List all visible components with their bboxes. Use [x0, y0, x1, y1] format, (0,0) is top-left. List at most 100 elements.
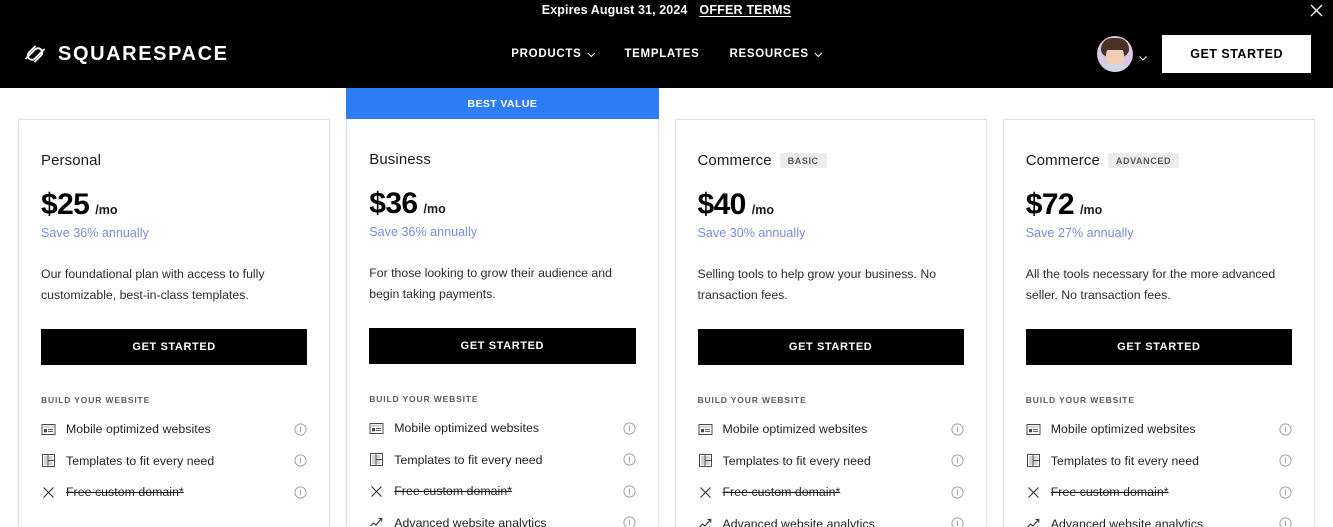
- info-icon[interactable]: [1279, 485, 1292, 499]
- annual-savings-text: Save 36% annually: [41, 226, 149, 240]
- plan-card: Business $36/mo Save 36% annually For those…: [346, 119, 659, 527]
- feature-label: Mobile optimized websites: [394, 421, 540, 436]
- close-x-icon: [1026, 485, 1041, 500]
- price-amount: $72: [1025, 188, 1075, 221]
- plan-get-started-button[interactable]: GET STARTED: [369, 328, 636, 365]
- pricing-cards: Personal $25/mo Save 36% annually Our found…: [0, 88, 1333, 527]
- annual-savings-text: Save 36% annually: [369, 225, 478, 239]
- info-icon[interactable]: [622, 453, 636, 466]
- browser-window-icon: [698, 422, 713, 437]
- plan-get-started-button[interactable]: GET STARTED: [41, 329, 308, 366]
- layout-grid-icon: [1026, 453, 1041, 468]
- annual-savings-text: Save 30% annually: [697, 226, 806, 240]
- brand-name: SQUARESPACE: [58, 42, 229, 65]
- plan-card: Commerce ADVANCED $72/mo Save 27% annually A…: [1002, 119, 1315, 527]
- feature-label: Free custom domain*: [66, 485, 184, 500]
- info-icon[interactable]: [294, 422, 307, 436]
- info-icon[interactable]: [294, 485, 307, 499]
- plan-description: Selling tools to help grow your business…: [697, 267, 937, 303]
- feature-row: Mobile optimized websites: [369, 412, 636, 444]
- browser-window-icon: [41, 422, 56, 437]
- squarespace-logo-icon: [22, 41, 48, 67]
- price-row: $40/mo: [698, 188, 964, 222]
- feature-label: Templates to fit every need: [1050, 453, 1200, 468]
- info-icon[interactable]: [951, 422, 964, 436]
- info-icon[interactable]: [622, 421, 636, 435]
- best-value-badge: BEST VALUE: [346, 88, 659, 119]
- info-icon[interactable]: [951, 485, 964, 499]
- account-menu[interactable]: [1097, 36, 1148, 72]
- info-icon[interactable]: [622, 484, 636, 498]
- close-icon[interactable]: [1307, 1, 1325, 19]
- price-row: $36/mo: [369, 187, 635, 221]
- browser-window-icon: [1026, 422, 1041, 437]
- feature-row: Free custom domain*: [698, 476, 964, 508]
- info-icon[interactable]: [622, 516, 636, 527]
- info-icon[interactable]: [951, 517, 964, 527]
- feature-row: Templates to fit every need: [1026, 445, 1292, 477]
- feature-row: Free custom domain*: [1026, 476, 1292, 508]
- offer-terms-link[interactable]: OFFER TERMS: [699, 3, 791, 17]
- feature-list: Mobile optimized websites Templates to fi…: [1026, 413, 1292, 527]
- plan-name: Commerce: [1025, 152, 1100, 169]
- feature-label: Free custom domain*: [394, 484, 513, 499]
- promo-banner: Expires August 31, 2024 OFFER TERMS: [0, 0, 1333, 20]
- price-amount: $25: [41, 188, 90, 221]
- feature-label: Templates to fit every need: [66, 453, 215, 468]
- feature-row: Templates to fit every need: [698, 445, 964, 477]
- info-icon[interactable]: [1279, 422, 1292, 436]
- pricing-card-3: Commerce ADVANCED $72/mo Save 27% annually A…: [1002, 88, 1315, 527]
- feature-row: Mobile optimized websites: [41, 413, 307, 445]
- main-nav: PRODUCTS TEMPLATES RESOURCES: [511, 48, 823, 60]
- feature-group-title: BUILD YOUR WEBSITE: [1025, 395, 1135, 406]
- plan-header: Personal: [41, 152, 307, 169]
- plan-tier-badge: BASIC: [779, 153, 827, 168]
- price-period: /mo: [423, 202, 446, 216]
- feature-list: Mobile optimized websites Templates to fi…: [369, 412, 636, 527]
- layout-grid-icon: [369, 452, 384, 467]
- nav-item-products[interactable]: PRODUCTS: [511, 48, 595, 60]
- header-right: GET STARTED: [1097, 35, 1311, 73]
- nav-item-resources[interactable]: RESOURCES: [730, 48, 823, 60]
- info-icon[interactable]: [951, 454, 964, 467]
- feature-list: Mobile optimized websites Templates to fi…: [698, 413, 964, 527]
- plan-description: Our foundational plan with access to ful…: [41, 267, 265, 303]
- info-icon[interactable]: [1279, 454, 1292, 467]
- get-started-button[interactable]: GET STARTED: [1162, 35, 1311, 73]
- plan-header: Business: [369, 151, 635, 168]
- feature-label: Mobile optimized websites: [722, 422, 868, 437]
- plan-card: Commerce BASIC $40/mo Save 30% annually Sell…: [674, 119, 987, 527]
- brand-logo[interactable]: SQUARESPACE: [22, 41, 229, 67]
- layout-grid-icon: [41, 453, 56, 468]
- feature-label: Templates to fit every need: [722, 453, 871, 468]
- annual-savings-text: Save 27% annually: [1025, 226, 1134, 240]
- plan-card: Personal $25/mo Save 36% annually Our found…: [18, 119, 331, 527]
- plan-get-started-button[interactable]: GET STARTED: [697, 329, 964, 366]
- pricing-card-1: BEST VALUE Business $36/mo Save 36% annuall…: [346, 88, 659, 527]
- plan-description: For those looking to grow their audience…: [369, 266, 612, 302]
- feature-row: Free custom domain*: [369, 475, 636, 507]
- info-icon[interactable]: [294, 454, 307, 467]
- feature-label: Free custom domain*: [722, 485, 841, 500]
- feature-group-title: BUILD YOUR WEBSITE: [369, 394, 479, 405]
- plan-header: Commerce BASIC: [698, 152, 964, 169]
- feature-label: Advanced website analytics: [1050, 516, 1204, 527]
- plan-name: Business: [369, 151, 431, 168]
- info-icon[interactable]: [1279, 517, 1292, 527]
- feature-row: Templates to fit every need: [369, 444, 636, 476]
- plan-get-started-button[interactable]: GET STARTED: [1025, 329, 1292, 366]
- feature-row: Advanced website analytics: [698, 508, 964, 527]
- trending-up-icon: [369, 515, 384, 527]
- plan-tier-badge: ADVANCED: [1107, 153, 1180, 168]
- site-header: SQUARESPACE PRODUCTS TEMPLATES RESOURCES: [0, 20, 1333, 88]
- pricing-section: Personal $25/mo Save 36% annually Our found…: [0, 88, 1333, 527]
- layout-grid-icon: [698, 453, 713, 468]
- price-amount: $36: [369, 187, 418, 220]
- plan-header: Commerce ADVANCED: [1026, 152, 1292, 169]
- feature-label: Templates to fit every need: [394, 452, 543, 467]
- browser-window-icon: [369, 421, 384, 436]
- pricing-card-2: Commerce BASIC $40/mo Save 30% annually Sell…: [674, 88, 987, 527]
- price-period: /mo: [95, 203, 118, 217]
- nav-item-templates[interactable]: TEMPLATES: [624, 48, 699, 60]
- feature-label: Advanced website analytics: [722, 516, 875, 527]
